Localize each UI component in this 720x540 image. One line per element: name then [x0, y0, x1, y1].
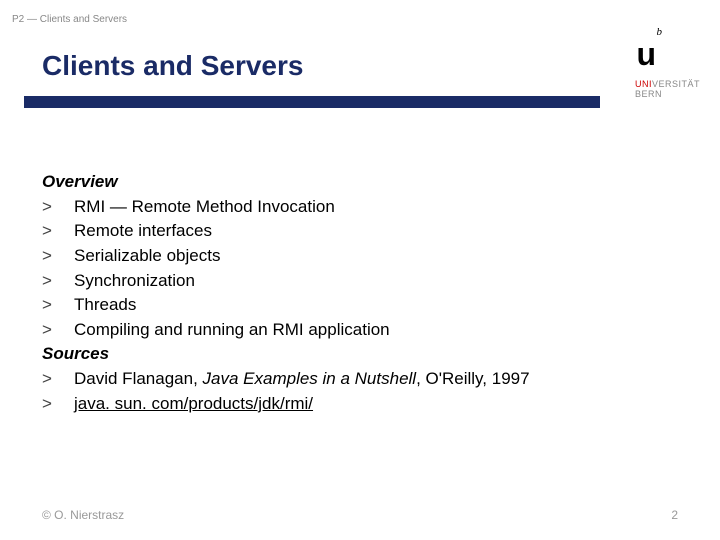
- logo-uni-rest: VERSITÄT: [652, 79, 700, 89]
- bullet-icon: >: [42, 293, 74, 318]
- list-item: > java. sun. com/products/jdk/rmi/: [42, 392, 678, 417]
- list-item: > Serializable objects: [42, 244, 678, 269]
- bullet-icon: >: [42, 244, 74, 269]
- university-logo: u b UNIVERSITÄT BERN: [600, 10, 700, 100]
- overview-heading: Overview: [42, 170, 678, 195]
- list-item-text: Compiling and running an RMI application: [74, 318, 678, 343]
- source-meta: , O'Reilly, 1997: [416, 369, 529, 388]
- list-item: > Remote interfaces: [42, 219, 678, 244]
- list-item-text: Remote interfaces: [74, 219, 678, 244]
- bullet-icon: >: [42, 219, 74, 244]
- page-number: 2: [671, 508, 678, 522]
- list-item: > David Flanagan, Java Examples in a Nut…: [42, 367, 678, 392]
- copyright-text: © O. Nierstrasz: [42, 508, 124, 522]
- page-title: Clients and Servers: [42, 50, 582, 82]
- bullet-icon: >: [42, 195, 74, 220]
- slide-header: P2 — Clients and Servers Clients and Ser…: [0, 0, 720, 108]
- list-item-text: Serializable objects: [74, 244, 678, 269]
- sources-heading: Sources: [42, 342, 678, 367]
- logo-letter-u: u: [636, 36, 656, 73]
- list-item: > Synchronization: [42, 269, 678, 294]
- slide-body: Overview > RMI — Remote Method Invocatio…: [42, 170, 678, 416]
- source-link[interactable]: java. sun. com/products/jdk/rmi/: [74, 392, 678, 417]
- title-box: Clients and Servers: [24, 40, 600, 108]
- list-item-text: Threads: [74, 293, 678, 318]
- slide-footer: © O. Nierstrasz 2: [42, 508, 678, 522]
- source-author: David Flanagan,: [74, 369, 203, 388]
- bullet-icon: >: [42, 269, 74, 294]
- logo-bern: BERN: [635, 90, 700, 100]
- list-item-text: RMI — Remote Method Invocation: [74, 195, 678, 220]
- source-title: Java Examples in a Nutshell: [203, 369, 417, 388]
- logo-text: UNIVERSITÄT BERN: [635, 80, 700, 100]
- list-item: > RMI — Remote Method Invocation: [42, 195, 678, 220]
- list-item-text: Synchronization: [74, 269, 678, 294]
- logo-uni-red: UNI: [635, 79, 652, 89]
- bullet-icon: >: [42, 392, 74, 417]
- list-item: > Compiling and running an RMI applicati…: [42, 318, 678, 343]
- bullet-icon: >: [42, 318, 74, 343]
- breadcrumb: P2 — Clients and Servers: [12, 14, 127, 25]
- source-citation: David Flanagan, Java Examples in a Nutsh…: [74, 367, 678, 392]
- bullet-icon: >: [42, 367, 74, 392]
- logo-letter-b: b: [657, 26, 663, 38]
- list-item: > Threads: [42, 293, 678, 318]
